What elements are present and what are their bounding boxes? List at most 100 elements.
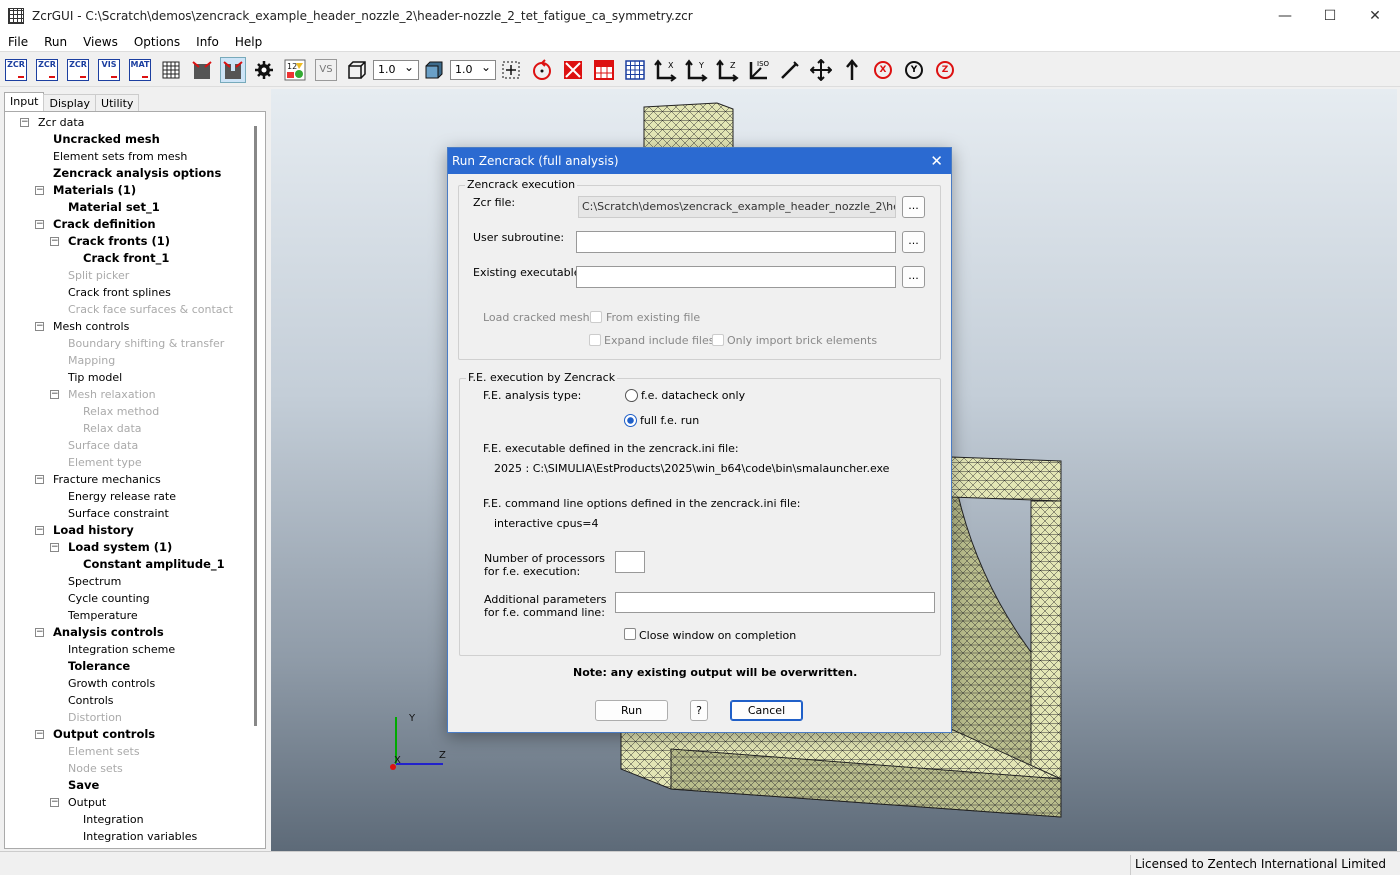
tree-item[interactable]: Material set_1: [68, 199, 160, 216]
menu-run[interactable]: Run: [36, 35, 75, 49]
expand-include-checkbox[interactable]: [589, 334, 601, 346]
tree-collapse-icon[interactable]: −: [35, 628, 44, 637]
tree-item[interactable]: Zcr data: [38, 114, 84, 131]
menu-views[interactable]: Views: [75, 35, 126, 49]
existing-executable-browse-button[interactable]: ...: [902, 266, 925, 288]
tree-item[interactable]: Uncracked mesh: [53, 131, 160, 148]
tree-item[interactable]: Mesh relaxation: [68, 386, 156, 403]
dialog-close-button[interactable]: ✕: [930, 148, 943, 174]
tree-collapse-icon[interactable]: −: [35, 730, 44, 739]
help-button[interactable]: ?: [690, 700, 708, 721]
tree-collapse-icon[interactable]: −: [20, 118, 29, 127]
datacheck-radio[interactable]: [625, 389, 638, 402]
run-button[interactable]: Run: [595, 700, 668, 721]
nproc-field[interactable]: [615, 551, 645, 573]
tree-item[interactable]: Element type: [68, 454, 142, 471]
delete-mesh-button[interactable]: [560, 57, 586, 83]
tree-item[interactable]: Cycle counting: [68, 590, 150, 607]
cracked-mesh-button[interactable]: [220, 57, 246, 83]
vis-button[interactable]: VIS: [96, 57, 122, 83]
tree-item[interactable]: Crack face surfaces & contact: [68, 301, 233, 318]
tree-item[interactable]: Surface constraint: [68, 505, 169, 522]
tree-collapse-icon[interactable]: −: [35, 322, 44, 331]
zcr-save-button[interactable]: ZCR: [65, 57, 91, 83]
tree-collapse-icon[interactable]: −: [35, 186, 44, 195]
tab-input[interactable]: Input: [4, 92, 45, 112]
only-brick-checkbox[interactable]: [712, 334, 724, 346]
tree-item[interactable]: Integration: [83, 811, 144, 828]
tree-item[interactable]: Relax method: [83, 403, 159, 420]
tree-item[interactable]: Growth controls: [68, 675, 155, 692]
tree-item[interactable]: Relax data: [83, 420, 142, 437]
menu-help[interactable]: Help: [227, 35, 270, 49]
tree-collapse-icon[interactable]: −: [35, 475, 44, 484]
menu-info[interactable]: Info: [188, 35, 227, 49]
tree-item[interactable]: Crack fronts (1): [68, 233, 170, 250]
blue-grid-button[interactable]: [622, 57, 648, 83]
uncracked-mesh-button[interactable]: [189, 57, 215, 83]
addparam-field[interactable]: [615, 592, 935, 613]
tree-item[interactable]: Node sets: [68, 760, 123, 777]
scale2-select[interactable]: 1.0: [450, 60, 496, 80]
tree-item[interactable]: Constant amplitude_1: [83, 556, 225, 573]
tree-item[interactable]: Spectrum: [68, 573, 121, 590]
tree-item[interactable]: Tolerance: [68, 658, 130, 675]
tree-item[interactable]: Load system (1): [68, 539, 172, 556]
tab-display[interactable]: Display: [43, 94, 97, 112]
red-grid-button[interactable]: [591, 57, 617, 83]
view-x-button[interactable]: X: [653, 57, 679, 83]
tree-item[interactable]: Load history: [53, 522, 134, 539]
tree-collapse-icon[interactable]: −: [50, 543, 59, 552]
tree-item[interactable]: Split picker: [68, 267, 129, 284]
zoom-box-button[interactable]: [498, 57, 524, 83]
menu-file[interactable]: File: [0, 35, 36, 49]
view-z-button[interactable]: Z: [715, 57, 741, 83]
tree-item[interactable]: Output controls: [53, 726, 155, 743]
tree-item[interactable]: Crack front splines: [68, 284, 171, 301]
zcr-file-field[interactable]: C:\Scratch\demos\zencrack_example_header…: [578, 196, 896, 218]
tree-item[interactable]: Integration scheme: [68, 641, 175, 658]
rotate-button[interactable]: [529, 57, 555, 83]
mesh-grid-button[interactable]: [158, 57, 184, 83]
menu-options[interactable]: Options: [126, 35, 188, 49]
tree-scrollbar[interactable]: [254, 126, 257, 726]
zcr-new-button[interactable]: ZCR: [3, 57, 29, 83]
tree-collapse-icon[interactable]: −: [50, 390, 59, 399]
rotate-z-button[interactable]: Z: [932, 57, 958, 83]
tree-item[interactable]: Analysis controls: [53, 624, 164, 641]
tree-item[interactable]: Temperature: [68, 607, 138, 624]
tree-item[interactable]: Crack definition: [53, 216, 156, 233]
up-arrow-button[interactable]: [839, 57, 865, 83]
tree-collapse-icon[interactable]: −: [35, 220, 44, 229]
user-subroutine-browse-button[interactable]: ...: [902, 231, 925, 253]
tree-item[interactable]: Save: [68, 777, 99, 794]
tree-item[interactable]: Boundary shifting & transfer: [68, 335, 224, 352]
tree-item[interactable]: Surface data: [68, 437, 138, 454]
solid-box-button[interactable]: [421, 57, 447, 83]
tree-item[interactable]: Tip model: [68, 369, 122, 386]
tree-collapse-icon[interactable]: −: [35, 526, 44, 535]
existing-executable-field[interactable]: [576, 266, 896, 288]
tab-utility[interactable]: Utility: [95, 94, 140, 112]
from-existing-file-checkbox[interactable]: [590, 311, 602, 323]
tree-item[interactable]: Fracture mechanics: [53, 471, 161, 488]
numbering-button[interactable]: 12: [282, 57, 308, 83]
tree-item[interactable]: Output: [68, 794, 106, 811]
user-subroutine-field[interactable]: [576, 231, 896, 253]
zcr-file-browse-button[interactable]: ...: [902, 196, 925, 218]
tree-item[interactable]: Element sets: [68, 743, 140, 760]
tree-item[interactable]: Mesh controls: [53, 318, 129, 335]
wire-box-button[interactable]: [344, 57, 370, 83]
view-iso-button[interactable]: ISO: [746, 57, 772, 83]
maximize-button[interactable]: ☐: [1307, 0, 1353, 32]
tree-item[interactable]: Distortion: [68, 709, 122, 726]
scale1-select[interactable]: 1.0: [373, 60, 419, 80]
tree-item[interactable]: Materials (1): [53, 182, 136, 199]
tree-collapse-icon[interactable]: −: [50, 237, 59, 246]
tree-item[interactable]: Controls: [68, 692, 114, 709]
close-on-completion-checkbox[interactable]: [624, 628, 636, 640]
settings-button[interactable]: [251, 57, 277, 83]
mat-button[interactable]: MAT: [127, 57, 153, 83]
draw-line-button[interactable]: [777, 57, 803, 83]
pan-button[interactable]: [808, 57, 834, 83]
